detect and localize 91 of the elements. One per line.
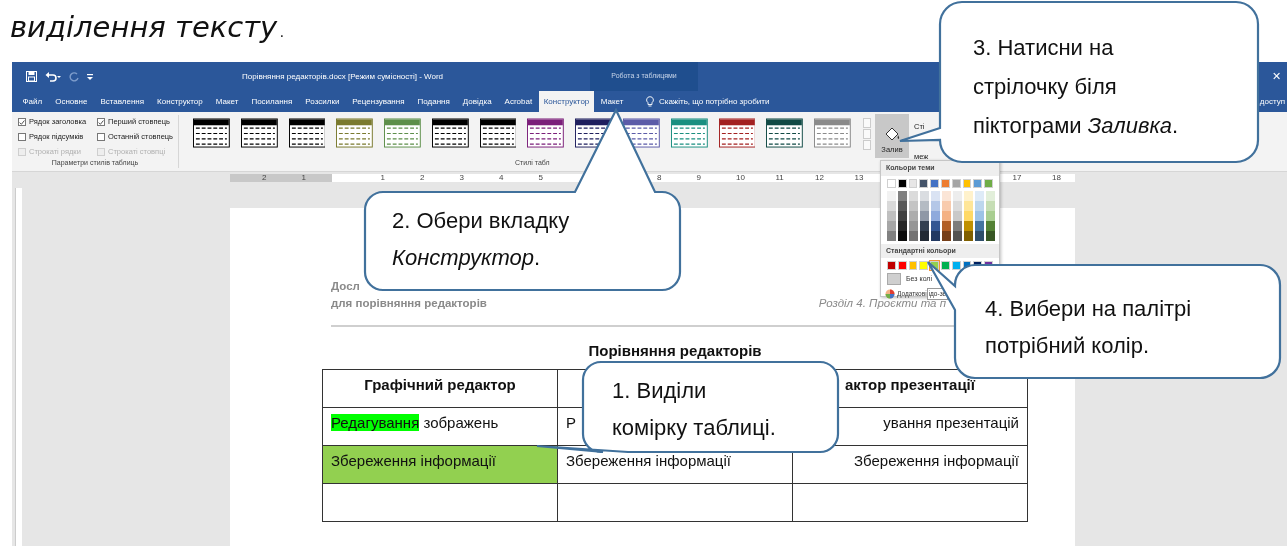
color-swatch[interactable] — [941, 261, 950, 270]
ruler-number: 17 — [1012, 173, 1022, 183]
ruler-number: 9 — [696, 173, 701, 183]
ruler-number: 1 — [380, 173, 385, 183]
color-swatch[interactable] — [919, 178, 929, 188]
table-style-thumbnail[interactable] — [336, 118, 374, 148]
ruler-number: 8 — [657, 173, 662, 183]
ribbon-tab[interactable]: Посилання — [244, 91, 299, 112]
column-header: актор презентації — [845, 376, 975, 393]
ruler-number: 12 — [815, 173, 824, 183]
ribbon-tab[interactable]: Розсилки — [298, 91, 346, 112]
color-shade-column[interactable] — [931, 190, 940, 241]
page-header-text: Досл — [331, 280, 360, 292]
color-swatch[interactable] — [908, 261, 918, 270]
checkmark-icon — [98, 118, 104, 126]
ruler-number: 2 — [262, 173, 267, 183]
body-text: виділення тексту. — [10, 9, 287, 46]
color-swatch[interactable] — [887, 178, 896, 188]
color-swatch[interactable] — [951, 178, 961, 188]
color-swatch[interactable] — [951, 261, 961, 270]
color-swatch[interactable] — [962, 178, 972, 188]
table-style-thumbnail[interactable] — [431, 118, 469, 148]
color-swatch[interactable] — [973, 178, 983, 188]
table-style-thumbnail[interactable] — [240, 118, 278, 148]
table-style-thumbnail[interactable] — [527, 118, 565, 148]
color-swatch[interactable] — [897, 261, 907, 270]
ruler-number: 13 — [854, 173, 864, 183]
close-button[interactable]: ✕ — [1266, 68, 1287, 85]
color-wheel-icon — [885, 288, 895, 299]
table-cell: Редагування зображень — [331, 414, 499, 431]
ribbon-tab[interactable]: Acrobat — [498, 91, 539, 112]
color-shade-column[interactable] — [898, 190, 907, 241]
table-style-thumbnail[interactable] — [384, 118, 421, 148]
ribbon-tab[interactable]: Рецензування — [345, 91, 411, 112]
customize-icon[interactable] — [87, 73, 93, 80]
ruler-number: 11 — [775, 173, 784, 183]
color-swatch[interactable] — [919, 261, 929, 270]
ribbon-tab[interactable]: Довідка — [456, 91, 499, 112]
ruler-number: 2 — [420, 173, 425, 183]
share-button[interactable]: доступ — [1257, 91, 1287, 112]
color-swatch[interactable] — [930, 178, 939, 188]
color-swatch[interactable] — [897, 178, 907, 188]
table-style-thumbnail[interactable] — [288, 118, 326, 148]
table-title: Порівняння редакторів — [588, 341, 762, 359]
checkmark-icon — [19, 118, 25, 126]
color-shade-column[interactable] — [887, 190, 896, 241]
table-style-thumbnail[interactable] — [479, 118, 517, 148]
page-header-text: для порівняння редакторів — [331, 296, 487, 312]
color-shade-column[interactable] — [975, 190, 984, 241]
window-title: Порівняння редакторів.docx [Режим сумісності] - Word — [242, 70, 443, 83]
ruler-number: 1 — [301, 173, 306, 183]
selected-table-cell[interactable]: Збереження інформації — [322, 445, 558, 484]
undo-icon[interactable] — [45, 71, 61, 82]
lightbulb-icon — [645, 96, 654, 107]
color-swatch[interactable] — [941, 178, 950, 188]
save-icon[interactable] — [26, 71, 37, 82]
ribbon-tab[interactable]: Конструктор — [538, 91, 595, 112]
ribbon-tab[interactable]: Файл — [16, 91, 49, 112]
color-shade-column[interactable] — [964, 190, 973, 241]
ribbon-tab[interactable]: Основне — [48, 91, 94, 112]
ruler-number: 5 — [538, 173, 543, 183]
color-shade-column[interactable] — [920, 190, 929, 241]
color-swatch[interactable] — [930, 261, 939, 270]
table-style-thumbnail[interactable] — [814, 118, 851, 148]
redo-icon[interactable] — [69, 71, 79, 82]
table-cell: Р — [566, 414, 576, 431]
color-swatch[interactable] — [908, 178, 918, 188]
color-swatch[interactable] — [984, 178, 993, 188]
ribbon-tab[interactable]: Макет — [594, 91, 630, 112]
table-style-thumbnail[interactable] — [766, 118, 804, 148]
ribbon-tab[interactable]: Конструктор — [150, 91, 210, 112]
search-field[interactable]: Скажіть, що потрібно зробити — [639, 91, 776, 112]
color-shade-column[interactable] — [986, 190, 995, 241]
table-cell: Збереження інформації — [566, 452, 731, 469]
color-shade-column[interactable] — [942, 190, 951, 241]
ruler-number: 10 — [736, 173, 745, 183]
color-shade-column[interactable] — [953, 190, 962, 241]
ruler-number: 3 — [459, 173, 464, 183]
column-header: Графічний редактор — [364, 376, 516, 393]
table-cell: Збереження інформації — [854, 452, 1019, 469]
ribbon-tab[interactable]: Макет — [209, 91, 245, 112]
color-swatch[interactable] — [887, 261, 896, 270]
ribbon-tab[interactable]: Подання — [411, 91, 457, 112]
ruler-number: 18 — [1052, 173, 1061, 183]
color-shade-column[interactable] — [909, 190, 918, 241]
table-style-thumbnail[interactable] — [670, 118, 708, 148]
ruler-number: 4 — [499, 173, 504, 183]
table-cell: ування презентацій — [883, 414, 1019, 431]
ribbon-tab[interactable]: Вставлення — [93, 91, 151, 112]
table-style-thumbnail[interactable] — [718, 118, 756, 148]
table-style-thumbnail[interactable] — [193, 118, 230, 148]
